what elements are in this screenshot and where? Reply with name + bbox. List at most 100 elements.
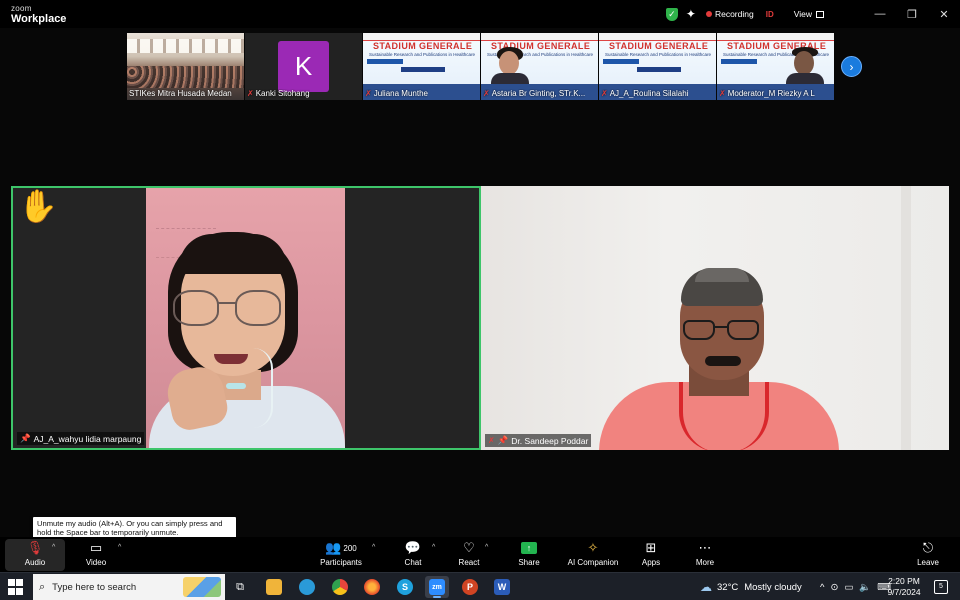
minimize-button[interactable]: — [864, 0, 896, 28]
video-tile-name: Dr. Sandeep Poddar [511, 435, 589, 446]
notification-center-icon[interactable]: 5 [934, 580, 948, 594]
participant-name: STIKes Mitra Husada Medan [129, 89, 232, 98]
show-hidden-icons-chevron-icon[interactable]: ^ [820, 582, 824, 593]
windows-start-icon[interactable] [8, 579, 24, 595]
leave-button[interactable]: ⎋ Leave [913, 539, 943, 570]
react-options-chevron-icon[interactable]: ^ [485, 544, 488, 551]
more-button[interactable]: ⋯ More [690, 539, 720, 570]
powerpoint-icon[interactable]: P [458, 576, 482, 598]
more-label: More [695, 558, 715, 567]
participant-thumbnail[interactable]: STADIUM GENERALE Sustainable Research an… [481, 33, 598, 100]
slide-header [481, 33, 598, 41]
avatar: K [278, 41, 329, 92]
network-icon[interactable]: ▭ [844, 582, 853, 593]
audio-options-chevron-icon[interactable]: ^ [52, 544, 55, 551]
react-label: React [458, 558, 480, 567]
weather-widget[interactable]: ☁ 32°C Mostly cloudy [700, 573, 802, 600]
restore-button[interactable]: ❐ [896, 0, 928, 28]
participant-thumbnail[interactable]: STADIUM GENERALE Sustainable Research an… [717, 33, 834, 100]
word-icon[interactable]: W [490, 576, 514, 598]
slide-subtitle: Sustainable Research and Publications in… [605, 52, 712, 57]
ai-companion-button[interactable]: ✧ AI Companion [563, 539, 623, 570]
participant-thumbnail[interactable]: STIKes Mitra Husada Medan [127, 33, 244, 100]
hall-audience [127, 66, 244, 88]
video-tile-speaker[interactable]: ✗ 📌 Dr. Sandeep Poddar [481, 186, 949, 450]
zoom-app-icon[interactable]: zm [425, 576, 449, 598]
share-button[interactable]: ↑ Share [514, 539, 544, 570]
mic-muted-icon: ✗ [488, 436, 495, 445]
apps-button[interactable]: ⊞ Apps [636, 539, 666, 570]
participant-name-label: STIKes Mitra Husada Medan [129, 89, 232, 98]
participant-name: Kanki Sitohang [255, 89, 310, 98]
participant-face [491, 47, 529, 93]
chrome-browser-icon[interactable] [328, 576, 352, 598]
encryption-shield-icon[interactable]: ✓ [665, 7, 678, 21]
participant-thumbnail[interactable]: STADIUM GENERALE Sustainable Research an… [599, 33, 716, 100]
slide-header [363, 33, 480, 41]
face-head [499, 51, 519, 75]
chat-button[interactable]: 💬 Chat [398, 539, 428, 570]
chat-options-chevron-icon[interactable]: ^ [432, 544, 435, 551]
task-view-icon[interactable]: ⧉ [228, 576, 252, 598]
taskbar-clock[interactable]: 2:20 PM 9/7/2024 [878, 576, 930, 598]
slide-band [603, 59, 639, 64]
file-explorer-icon[interactable] [262, 576, 286, 598]
title-bar: zoom Workplace ✓ ✦ Recording ID View — ❐… [0, 0, 960, 28]
id-badge[interactable]: ID [766, 10, 774, 19]
apps-label: Apps [641, 558, 661, 567]
firefox-shape [364, 579, 380, 595]
heart-icon: ♡ [463, 540, 475, 555]
participants-button[interactable]: 👥 200 Participants [316, 539, 366, 570]
slide-speaker-band [401, 67, 445, 72]
glasses-lens-left [173, 290, 219, 326]
participant-name-label: ✗ Astaria Br Ginting, STr.K... [483, 89, 585, 98]
earphone-cord [245, 348, 273, 428]
ai-sparkle-icon[interactable]: ✦ [686, 7, 696, 21]
search-highlight-image [183, 577, 221, 597]
participant-thumbnail[interactable]: K ✗ Kanki Sitohang [245, 33, 362, 100]
next-page-chevron-icon[interactable]: › [841, 56, 862, 77]
participants-options-chevron-icon[interactable]: ^ [372, 544, 375, 551]
meet-now-icon[interactable]: ⊙ [830, 582, 838, 593]
share-screen-icon: ↑ [521, 542, 537, 554]
video-button[interactable]: ▭ Video [76, 539, 116, 570]
windows-taskbar: ⌕ Type here to search ⧉ S zm P W ☁ 32°C … [0, 572, 960, 600]
earbud [226, 383, 246, 389]
slide-speaker-band [637, 67, 681, 72]
participant-name: Juliana Munthe [373, 89, 428, 98]
cloud-weather-icon: ☁ [700, 580, 712, 594]
edge-browser-icon[interactable] [295, 576, 319, 598]
microphone-muted-icon: 🎙 [26, 540, 44, 555]
leave-door-icon: ⎋ [922, 540, 934, 555]
clock-time: 2:20 PM [888, 576, 920, 586]
hall-windows [127, 39, 244, 53]
close-button[interactable]: ✕ [928, 0, 960, 28]
mic-muted-icon: ✗ [365, 89, 372, 98]
glasses-lens-right [727, 320, 759, 340]
video-options-chevron-icon[interactable]: ^ [118, 544, 121, 551]
taskbar-search-box[interactable]: ⌕ Type here to search [33, 574, 225, 600]
slide-header [717, 33, 834, 41]
app-logo: zoom Workplace [11, 5, 66, 25]
view-button[interactable]: View [794, 9, 824, 19]
search-placeholder: Type here to search [52, 581, 137, 593]
participant-thumbnail[interactable]: STADIUM GENERALE Sustainable Research an… [363, 33, 480, 100]
react-button[interactable]: ♡ React [454, 539, 484, 570]
folder-shape [266, 579, 282, 595]
ai-companion-label: AI Companion [567, 558, 619, 567]
weather-description: Mostly cloudy [744, 581, 802, 593]
slide-title: STADIUM GENERALE [373, 41, 473, 51]
volume-icon[interactable]: 🔈 [859, 582, 871, 593]
raised-hand-icon: ✋ [18, 188, 58, 224]
recording-dot-icon [705, 11, 712, 17]
skype-icon[interactable]: S [393, 576, 417, 598]
view-label: View [793, 9, 812, 19]
slide-band [367, 59, 403, 64]
skype-shape: S [397, 579, 413, 595]
recording-label[interactable]: Recording [715, 9, 754, 19]
chrome-shape [332, 579, 348, 595]
audio-button[interactable]: 🎙 Audio [15, 539, 55, 570]
video-camera-icon: ▭ [89, 540, 103, 555]
firefox-browser-icon[interactable] [360, 576, 384, 598]
video-tile-active-speaker[interactable]: ✋ 📌 AJ_A_wahyu lidia marpaung [11, 186, 481, 450]
